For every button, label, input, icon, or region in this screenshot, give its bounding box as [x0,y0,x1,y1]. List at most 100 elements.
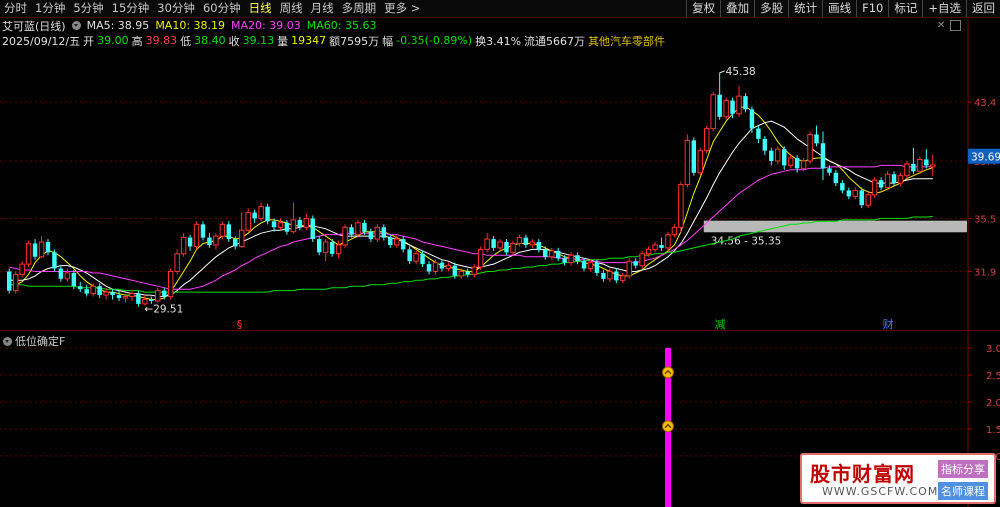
candle-body [110,292,115,296]
candle-body [58,268,64,279]
candle-body [633,261,638,266]
candle-body [762,138,768,151]
candle [678,181,684,233]
candle-body [12,273,19,292]
candle [787,155,794,169]
candle-body [174,253,180,272]
candle [355,219,361,238]
candle-body [265,206,270,222]
watermark-tag-course: 名师课程 [938,482,988,500]
signal-marker-icon [661,420,674,433]
candle-body [562,258,567,263]
candle [484,233,490,253]
candle [465,268,470,278]
price-tick-label: 43.4 [974,98,996,109]
candle [317,236,322,256]
candle-body [426,264,432,272]
candle-body [684,139,691,186]
candle-body [71,272,77,287]
candle [84,284,89,297]
candle [413,250,419,265]
candle [614,268,619,284]
candle-body [911,163,916,172]
candle-body [245,212,251,231]
candle-body [691,140,697,173]
candle [193,221,200,250]
candle-body [180,237,187,255]
candle-body [833,172,839,184]
event-marker: 财 [883,317,894,331]
candle-body [917,159,923,172]
candle [116,290,122,301]
candle [652,242,658,253]
candle-body [504,242,509,253]
candle [846,187,852,200]
indicator-dropdown-icon[interactable] [3,336,12,346]
signal-marker-icon [661,366,674,379]
candle-body [413,253,419,262]
signal-marker-circle [661,366,674,379]
candle-body [865,194,871,206]
candle [671,224,678,238]
watermark-tag-share: 指标分享 [938,460,988,478]
candle-body [90,285,96,295]
candle [38,236,45,259]
candle-body [549,250,555,258]
candle-body [19,263,25,275]
candle [310,215,315,243]
candle-body [800,160,807,169]
candle-body [471,266,477,275]
candle-body [439,262,445,269]
candle-body [136,293,141,304]
candle [25,240,32,268]
candle [297,216,303,231]
candle-body [484,238,490,250]
candle [497,239,503,251]
candle-body [614,271,619,281]
candle-body [620,275,626,281]
candle [807,131,813,164]
candle [155,287,161,303]
watermark-url: WWW.GSCFW.COM [822,485,939,498]
candle [335,240,342,259]
candle-body [568,254,574,264]
candle-body [787,157,794,166]
candle-body [516,237,523,244]
candle-body [290,219,297,233]
candle [684,134,691,188]
candle [840,180,845,194]
candle-body [155,290,161,302]
candle [852,187,859,200]
candle [833,169,839,187]
candle-body [477,248,484,268]
candle [904,160,910,179]
candle [516,234,523,247]
candle-body [807,133,813,162]
max-price-label: 45.38 [726,66,756,78]
candle [213,233,219,250]
candle [207,233,212,248]
candle [691,137,697,176]
candle-body [756,128,761,139]
candle-body [710,94,716,130]
candle [162,287,167,300]
candle-body [64,272,71,280]
support-zone [703,220,967,233]
candle [491,236,496,251]
candle [568,252,574,266]
candle [814,125,819,147]
candle [504,239,509,256]
candle-body [368,231,374,240]
candle [665,231,671,251]
candle [924,149,929,169]
candle-body [840,183,845,191]
candle-body [213,235,219,246]
candle [388,234,393,248]
candle-body [207,237,212,245]
candle [322,239,329,262]
candle [265,203,270,225]
candle-body [342,226,348,246]
candle-body [187,237,193,247]
candle [187,234,193,251]
candle-body [497,241,503,249]
